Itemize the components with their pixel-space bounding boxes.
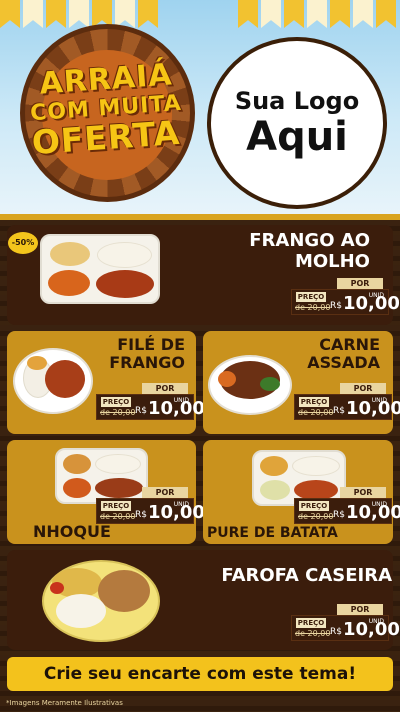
product-title-pure-de-batata: PURE DE BATATA [207, 525, 338, 541]
product-image-carne-assada [208, 355, 292, 415]
price-tag-frango-ao-molho: POR PREÇO de 20,00 R$ 10,00 UNID [291, 278, 400, 318]
disclaimer-text: *Imagens Meramente Ilustrativas [6, 699, 123, 707]
product-title-nhoque: NHOQUE [33, 522, 111, 541]
festa-junina-flags-right [238, 0, 399, 30]
product-image-frango-ao-molho [40, 234, 160, 304]
price-tag-file-de-frango: POR PREÇO de 20,00 R$ 10,00 UNID [96, 383, 205, 423]
header-banner: ARRAIÁ COM MUITA OFERTA Sua Logo Aqui [0, 0, 400, 215]
festa-junina-flags-left [0, 0, 161, 30]
cta-button[interactable]: Crie seu encarte com este tema! [7, 657, 393, 691]
discount-badge: -50% [8, 232, 38, 254]
logo-placeholder[interactable]: Sua Logo Aqui [207, 37, 387, 209]
price-tag-carne-assada: POR PREÇO de 20,00 R$ 10,00 UNID [294, 383, 400, 423]
product-title-frango-ao-molho: FRANGO AO MOLHO [249, 230, 370, 272]
price-tag-nhoque: POR PREÇO de 20,00 R$ 10,00 UNID [96, 487, 205, 527]
price-tag-pure-de-batata: POR PREÇO de 20,00 R$ 10,00 UNID [294, 487, 400, 527]
product-image-farofa-caseira [42, 560, 160, 642]
product-title-file-de-frango: FILÉ DE FRANGO [109, 335, 185, 373]
logo-line-2: Aqui [246, 114, 348, 160]
product-title-carne-assada: CARNE ASSADA [307, 335, 380, 373]
product-image-file-de-frango [13, 348, 93, 414]
product-title-farofa-caseira: FAROFA CASEIRA [221, 565, 392, 586]
logo-line-1: Sua Logo [234, 87, 360, 115]
price-tag-farofa-caseira: POR PREÇO de 20,00 R$ 10,00 UNID [291, 604, 400, 644]
